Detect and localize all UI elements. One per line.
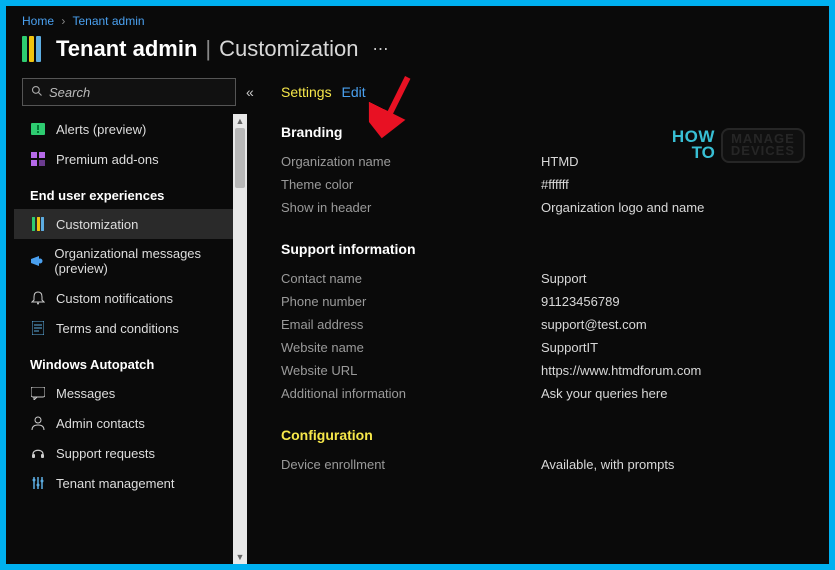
sidebar-item-label: Messages — [56, 386, 115, 401]
section-support: Support information — [281, 241, 805, 257]
sidebar-item-messages[interactable]: Messages — [14, 378, 247, 408]
scroll-up-icon[interactable]: ▲ — [233, 114, 247, 128]
more-menu-button[interactable]: ⋯ — [373, 39, 389, 59]
row-phone: Phone number91123456789 — [281, 290, 805, 313]
sidebar-item-label: Admin contacts — [56, 416, 145, 431]
sidebar-item-label: Customization — [56, 217, 138, 232]
scrollbar-thumb[interactable] — [235, 128, 245, 188]
row-contact-name: Contact nameSupport — [281, 267, 805, 290]
sidebar-item-tenant-management[interactable]: Tenant management — [14, 468, 247, 498]
sidebar: « Alerts (preview) Premium add-ons End u… — [6, 74, 251, 564]
sidebar-item-alerts[interactable]: Alerts (preview) — [14, 114, 247, 144]
watermark-logo: HOW TO MANAGE DEVICES — [672, 128, 805, 163]
addons-icon — [30, 151, 46, 167]
tenant-admin-icon — [22, 36, 44, 62]
page-title: Tenant admin|Customization — [56, 36, 359, 62]
breadcrumb-home[interactable]: Home — [22, 14, 54, 28]
megaphone-icon — [30, 253, 44, 269]
sliders-icon — [30, 475, 46, 491]
search-box[interactable] — [22, 78, 236, 106]
edit-link[interactable]: Edit — [341, 84, 365, 100]
sidebar-item-label: Terms and conditions — [56, 321, 179, 336]
sidebar-item-premium-addons[interactable]: Premium add-ons — [14, 144, 247, 174]
alerts-icon — [30, 121, 46, 137]
search-input[interactable] — [49, 85, 227, 100]
row-show-in-header: Show in headerOrganization logo and name — [281, 196, 805, 219]
sidebar-section-autopatch: Windows Autopatch — [14, 343, 247, 378]
section-configuration: Configuration — [281, 427, 805, 443]
row-device-enrollment: Device enrollmentAvailable, with prompts — [281, 453, 805, 476]
search-icon — [31, 85, 43, 100]
sidebar-item-label: Organizational messages (preview) — [54, 246, 237, 276]
row-additional-info: Additional informationAsk your queries h… — [281, 382, 805, 405]
sidebar-item-label: Premium add-ons — [56, 152, 159, 167]
sidebar-item-label: Custom notifications — [56, 291, 173, 306]
sidebar-item-support-requests[interactable]: Support requests — [14, 438, 247, 468]
scroll-down-icon[interactable]: ▼ — [233, 550, 247, 564]
sidebar-item-terms[interactable]: Terms and conditions — [14, 313, 247, 343]
sidebar-item-label: Support requests — [56, 446, 155, 461]
sidebar-section-end-user: End user experiences — [14, 174, 247, 209]
sidebar-scrollbar[interactable]: ▲ ▼ — [233, 114, 247, 564]
bell-icon — [30, 290, 46, 306]
breadcrumb-tenant-admin[interactable]: Tenant admin — [72, 14, 144, 28]
chat-icon — [30, 385, 46, 401]
document-icon — [30, 320, 46, 336]
customization-icon — [30, 216, 46, 232]
breadcrumb: Home › Tenant admin — [6, 6, 829, 32]
sidebar-item-custom-notifications[interactable]: Custom notifications — [14, 283, 247, 313]
chevron-right-icon: › — [61, 14, 65, 28]
sidebar-item-customization[interactable]: Customization — [14, 209, 247, 239]
sidebar-item-label: Alerts (preview) — [56, 122, 146, 137]
sidebar-item-admin-contacts[interactable]: Admin contacts — [14, 408, 247, 438]
row-email: Email addresssupport@test.com — [281, 313, 805, 336]
settings-heading: Settings — [281, 84, 332, 100]
sidebar-item-org-messages[interactable]: Organizational messages (preview) — [14, 239, 247, 283]
row-site-name: Website nameSupportIT — [281, 336, 805, 359]
headset-icon — [30, 445, 46, 461]
sidebar-item-label: Tenant management — [56, 476, 175, 491]
person-icon — [30, 415, 46, 431]
row-site-url: Website URLhttps://www.htmdforum.com — [281, 359, 805, 382]
row-theme-color: Theme color#ffffff — [281, 173, 805, 196]
